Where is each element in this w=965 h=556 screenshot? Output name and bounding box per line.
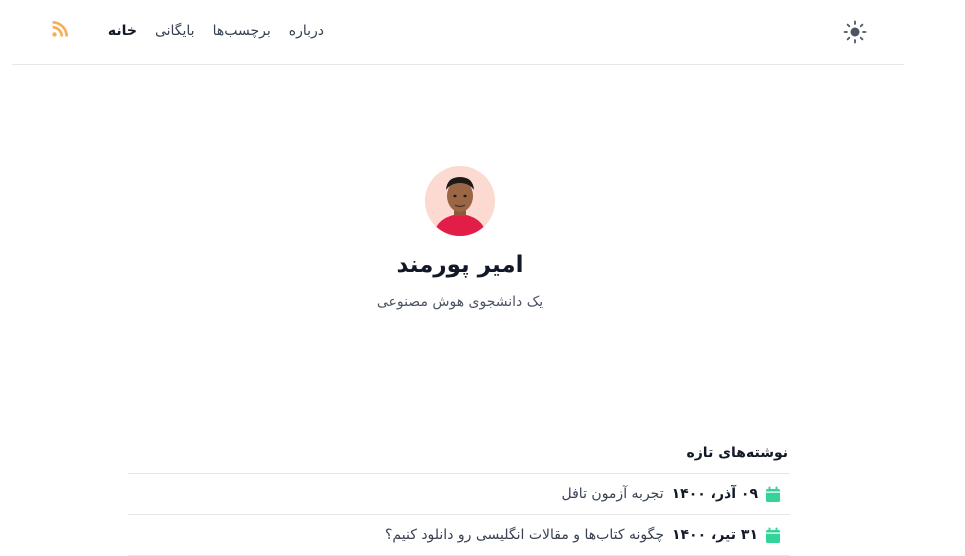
rss-icon (52, 21, 68, 37)
nav-tags[interactable]: برچسب‌ها (213, 23, 271, 39)
avatar (425, 166, 495, 236)
nav-archive[interactable]: بایگانی (155, 23, 195, 39)
post-title[interactable]: تجربه آزمون تافل (562, 486, 664, 502)
recent-posts: نوشته‌های تازه ۰۹ آذر، ۱۴۰۰ تجربه آزمون … (128, 440, 790, 556)
post-date: ۳۱ تیر، ۱۴۰۰ (671, 527, 758, 543)
main-nav: خانه بایگانی برچسب‌ها درباره (108, 20, 324, 42)
nav-about[interactable]: درباره (289, 23, 324, 39)
post-item[interactable]: ۳۱ تیر، ۱۴۰۰ چگونه کتاب‌ها و مقالات انگل… (128, 515, 790, 556)
post-item[interactable]: ۰۹ آذر، ۱۴۰۰ تجربه آزمون تافل (128, 474, 790, 515)
profile-section: امیر پورمند یک دانشجوی هوش مصنوعی (0, 166, 920, 310)
calendar-icon (766, 486, 780, 502)
nav-home[interactable]: خانه (108, 23, 137, 39)
site-header: خانه بایگانی برچسب‌ها درباره (12, 0, 904, 65)
post-date: ۰۹ آذر، ۱۴۰۰ (671, 486, 758, 502)
calendar-icon (766, 527, 780, 543)
theme-toggle-button[interactable] (842, 19, 868, 45)
recent-posts-title: نوشته‌های تازه (128, 440, 790, 474)
profile-bio: یک دانشجوی هوش مصنوعی (376, 294, 544, 310)
sun-icon (843, 20, 867, 44)
rss-link[interactable] (52, 21, 68, 37)
post-title[interactable]: چگونه کتاب‌ها و مقالات انگلیسی رو دانلود… (385, 527, 664, 543)
profile-name: امیر پورمند (396, 252, 524, 278)
